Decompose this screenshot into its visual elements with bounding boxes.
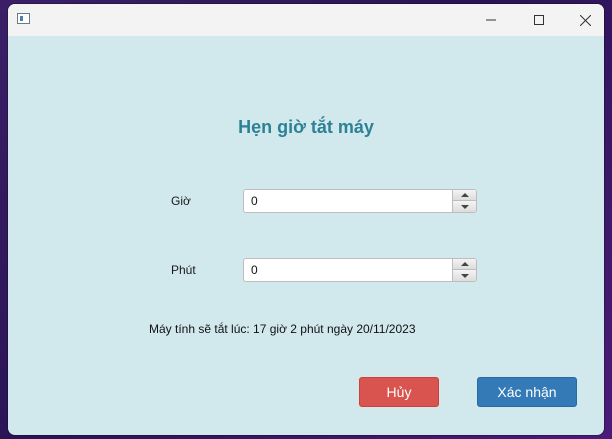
- hour-decrement-button[interactable]: [452, 201, 476, 212]
- title-bar: [8, 4, 604, 36]
- hour-increment-button[interactable]: [452, 190, 476, 201]
- cancel-button[interactable]: Hủy: [359, 377, 439, 407]
- close-button[interactable]: [562, 4, 604, 36]
- minimize-button[interactable]: [468, 4, 514, 36]
- arrow-down-icon: [460, 273, 469, 278]
- arrow-up-icon: [460, 193, 469, 197]
- app-icon: [17, 13, 30, 24]
- maximize-icon: [534, 15, 544, 25]
- hour-input[interactable]: [244, 190, 452, 212]
- confirm-button[interactable]: Xác nhận: [477, 377, 577, 407]
- minute-increment-button[interactable]: [452, 259, 476, 270]
- minute-label: Phút: [171, 263, 196, 277]
- arrow-down-icon: [460, 204, 469, 209]
- page-title: Hẹn giờ tắt máy: [238, 117, 374, 137]
- shutdown-time-text: Máy tính sẽ tắt lúc: 17 giờ 2 phút ngày …: [149, 322, 416, 336]
- app-window: Hẹn giờ tắt máy Giờ Phút Máy tính sẽ tắt…: [8, 4, 604, 435]
- arrow-up-icon: [460, 262, 469, 266]
- minute-input[interactable]: [244, 259, 452, 281]
- close-icon: [579, 14, 591, 26]
- maximize-button[interactable]: [516, 4, 562, 36]
- minimize-icon: [486, 19, 496, 21]
- hour-spinner[interactable]: [243, 189, 477, 213]
- minute-decrement-button[interactable]: [452, 270, 476, 281]
- minute-spinner[interactable]: [243, 258, 477, 282]
- hour-label: Giờ: [171, 194, 191, 208]
